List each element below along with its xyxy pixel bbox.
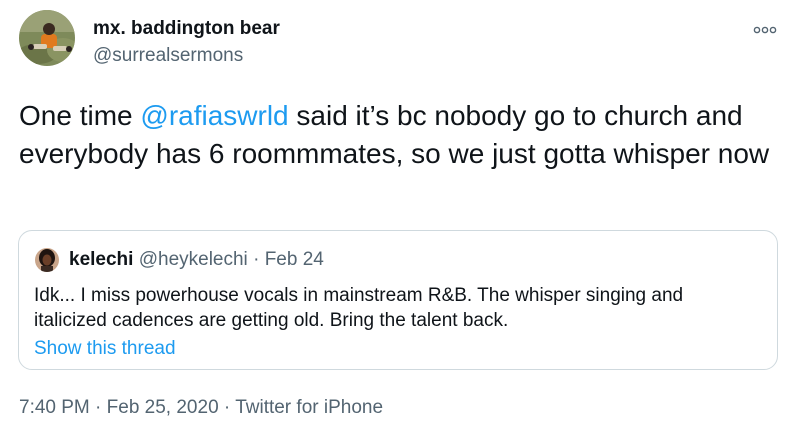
profile-photo-icon (19, 10, 75, 66)
quoted-author-avatar[interactable] (35, 248, 59, 272)
separator-dot: · (253, 249, 260, 270)
author-avatar[interactable] (19, 10, 75, 66)
profile-photo-icon (35, 248, 59, 272)
tweet-text: One time @rafiaswrld said it’s bc nobody… (19, 97, 779, 173)
separator-dot: · (89, 397, 107, 418)
quoted-tweet-header: kelechi @heykelechi · Feb 24 (69, 249, 324, 271)
author-display-name[interactable]: mx. baddington bear (93, 18, 280, 40)
tweet-source[interactable]: Twitter for iPhone (235, 397, 383, 418)
show-thread-link[interactable]: Show this thread (34, 338, 176, 360)
tweet-text-part: One time (19, 100, 141, 131)
author-handle[interactable]: @surrealsermons (93, 45, 243, 67)
quoted-tweet-text: Idk... I miss powerhouse vocals in mains… (34, 285, 684, 331)
quoted-author-handle[interactable]: @heykelechi (139, 249, 248, 270)
tweet-time[interactable]: 7:40 PM (19, 397, 90, 418)
quoted-tweet-card[interactable]: kelechi @heykelechi · Feb 24 Idk... I mi… (18, 230, 778, 370)
tweet-date[interactable]: Feb 25, 2020 (107, 397, 219, 418)
more-options-button[interactable] (750, 20, 780, 40)
quoted-author-display-name[interactable]: kelechi (69, 249, 133, 270)
mention-link[interactable]: @rafiaswrld (140, 100, 288, 131)
separator-dot: · (218, 397, 236, 418)
quoted-tweet-date[interactable]: Feb 24 (265, 249, 324, 270)
tweet-metadata: 7:40 PM · Feb 25, 2020 · Twitter for iPh… (19, 397, 383, 419)
tweet: mx. baddington bear @surrealsermons One … (0, 0, 800, 436)
more-options-icon (753, 26, 777, 34)
